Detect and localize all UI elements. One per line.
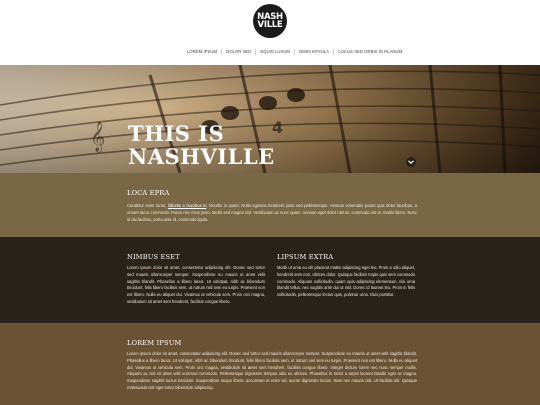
section-lorem-ipsum: LOREM IPSUM Lorem ipsum dolor sit amet, … [0,323,540,405]
section-text: Lorem ipsum dolor sit amet, consectetur … [127,351,417,390]
hero-title-line-2: NASHVILLE [128,144,275,169]
section-loca-epra: LOCA EPRA Curabitur enim tortor, loborti… [0,173,540,237]
nav-item-dolor-sed[interactable]: Dolor sed [221,49,255,55]
section-two-columns: NIMBUS ESET Lorem ipsum dolor sit amet, … [0,237,540,323]
section-text: Curabitur enim tortor, lobortis a faucib… [127,203,417,223]
main-nav: Lorem ipsum Dolor sed Equis luxum Nimis … [183,49,406,55]
site-header: NASH VILLE Lorem ipsum Dolor sed Equis l… [0,0,540,65]
nav-item-equis-luxum[interactable]: Equis luxum [255,49,294,55]
section-heading: LOREM IPSUM [127,339,182,347]
nav-item-lorem-ipsum[interactable]: Lorem ipsum [183,49,221,55]
nav-item-locus-sed-orbis[interactable]: Locus sed orbis in planum [333,49,406,55]
text-before-link: Curabitur enim tortor, [127,203,168,208]
column-heading-lipsum-extra: LIPSUM EXTRA [277,253,334,261]
inline-link[interactable]: lobortis a faucibus in [168,203,207,208]
logo-line-2: VILLE [257,20,283,30]
nav-item-nimis-epsula[interactable]: Nimis epsula [294,49,333,55]
column-heading-nimbus-eset: NIMBUS ESET [127,253,180,261]
hero-title-line-1: THIS IS [128,121,225,146]
column-text-lipsum-extra: Morbi ut urna eu elit placerat mattis ad… [277,265,415,298]
chevron-down-icon [408,160,414,164]
section-heading: LOCA EPRA [127,189,170,197]
nashville-logo[interactable]: NASH VILLE [253,4,287,38]
scroll-down-button[interactable] [406,157,416,167]
column-text-nimbus-eset: Lorem ipsum dolor sit amet, consectetur … [127,265,265,304]
hero-title: THIS IS NASHVILLE [128,122,275,168]
